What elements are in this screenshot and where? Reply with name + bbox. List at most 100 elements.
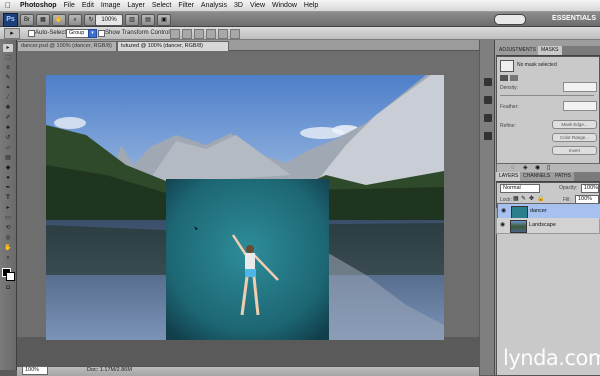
eyedropper-tool-icon[interactable]: ⁄ <box>3 94 13 102</box>
quick-select-tool-icon[interactable]: ✎ <box>3 74 13 82</box>
character-panel-icon[interactable] <box>484 114 492 122</box>
align-top-icon[interactable] <box>170 29 180 39</box>
3d-orbit-tool-icon[interactable]: ◎ <box>3 234 13 242</box>
menu-photoshop[interactable]: Photoshop <box>20 2 57 9</box>
trash-icon[interactable]: ▯ <box>547 165 550 171</box>
tab-dancer-psd[interactable]: dancer.psd @ 100% (dancer, RGB/8) <box>17 41 117 51</box>
lasso-tool-icon[interactable]: ϭ <box>3 64 13 72</box>
type-tool-icon[interactable]: T <box>3 194 13 202</box>
paragraph-panel-icon[interactable] <box>484 132 492 140</box>
mini-bridge-icon[interactable]: ▦ <box>36 14 50 26</box>
lock-transparent-icon[interactable]: ▦ <box>513 195 519 202</box>
move-tool-icon[interactable]: ▸ <box>3 44 13 52</box>
pen-tool-icon[interactable]: ✒ <box>3 184 13 192</box>
load-selection-icon[interactable]: ◌ <box>511 165 515 171</box>
status-zoom-field[interactable]: 100% <box>22 366 48 375</box>
pixel-mask-icon[interactable] <box>500 75 508 81</box>
eraser-tool-icon[interactable]: ▱ <box>3 144 13 152</box>
hand-tool-icon[interactable]: ✋ <box>3 244 13 252</box>
menu-analysis[interactable]: Analysis <box>201 2 227 9</box>
layer-landscape[interactable]: ◉ Landscape <box>497 218 599 234</box>
menu-image[interactable]: Image <box>101 2 120 9</box>
transform-controls-label: Show Transform Controls <box>105 30 173 36</box>
blend-mode-dropdown[interactable]: Normal <box>500 184 540 193</box>
invert-button[interactable]: Invert <box>552 146 597 155</box>
tab-adjustments[interactable]: ADJUSTMENTS <box>496 46 539 55</box>
color-range-button[interactable]: Color Range... <box>552 133 597 142</box>
background-color-swatch[interactable] <box>6 272 15 281</box>
align-left-icon[interactable] <box>206 29 216 39</box>
menu-select[interactable]: Select <box>152 2 171 9</box>
lock-all-icon[interactable]: 🔒 <box>537 195 544 202</box>
extras-icon[interactable]: ▥ <box>125 14 139 26</box>
align-bottom-icon[interactable] <box>194 29 204 39</box>
lynda-watermark: lynda.com <box>503 346 600 370</box>
apple-icon[interactable]:  <box>3 1 13 10</box>
application-bar: Ps Br ▦ ✋ ⌕ ↻ 100% ▥ ▤ ▣ ESSENTIALS <box>0 12 600 27</box>
menu-layer[interactable]: Layer <box>127 2 145 9</box>
actions-panel-icon[interactable] <box>484 96 492 104</box>
opacity-field[interactable]: 100% <box>581 184 599 193</box>
dodge-tool-icon[interactable]: ● <box>3 174 13 182</box>
3d-rotate-tool-icon[interactable]: ⟲ <box>3 224 13 232</box>
path-selection-tool-icon[interactable]: ▸ <box>3 204 13 212</box>
menu-3d[interactable]: 3D <box>234 2 243 9</box>
layer-thumbnail <box>510 220 527 233</box>
vector-mask-icon[interactable] <box>510 75 518 81</box>
zoom-level-field[interactable]: 100% <box>95 14 123 26</box>
align-center-icon[interactable] <box>218 29 228 39</box>
lock-position-icon[interactable]: ✥ <box>529 195 534 202</box>
menu-help[interactable]: Help <box>304 2 318 9</box>
marquee-tool-icon[interactable]: ⬚ <box>3 54 13 62</box>
apply-mask-icon[interactable]: ◈ <box>523 165 528 171</box>
gradient-tool-icon[interactable]: ▤ <box>3 154 13 162</box>
mask-edge-button[interactable]: Mask Edge... <box>552 120 597 129</box>
density-field[interactable] <box>563 82 597 92</box>
menu-view[interactable]: View <box>250 2 265 9</box>
menu-file[interactable]: File <box>64 2 75 9</box>
shape-tool-icon[interactable]: ▭ <box>3 214 13 222</box>
bridge-icon[interactable]: Br <box>20 14 34 26</box>
document-canvas[interactable] <box>46 75 444 340</box>
blur-tool-icon[interactable]: ◆ <box>3 164 13 172</box>
eye-icon[interactable]: ◉ <box>500 222 505 229</box>
workspace-switcher[interactable]: ESSENTIALS <box>552 13 596 25</box>
tab-masks[interactable]: MASKS <box>538 46 562 55</box>
align-right-icon[interactable] <box>230 29 240 39</box>
auto-select-checkbox[interactable] <box>28 30 35 37</box>
screen-mode-icon[interactable]: ▣ <box>157 14 171 26</box>
brush-tool-icon[interactable]: ✐ <box>3 114 13 122</box>
transform-controls-checkbox[interactable] <box>98 30 105 37</box>
document-tabs: dancer.psd @ 100% (dancer, RGB/8) tutuze… <box>17 40 479 51</box>
mask-status-label: No mask selected <box>517 62 557 68</box>
zoom-tool-icon[interactable]: ⌕ <box>68 14 82 26</box>
menu-edit[interactable]: Edit <box>82 2 94 9</box>
menu-filter[interactable]: Filter <box>178 2 194 9</box>
menu-window[interactable]: Window <box>272 2 297 9</box>
tab-layers[interactable]: LAYERS <box>496 172 522 181</box>
chevron-down-icon[interactable]: ▾ <box>88 29 97 38</box>
eye-icon[interactable]: ◉ <box>501 208 506 215</box>
visibility-icon[interactable]: ◉ <box>535 165 540 171</box>
hand-tool-icon[interactable]: ✋ <box>52 14 66 26</box>
feather-label: Feather: <box>500 104 519 110</box>
search-field[interactable] <box>494 14 526 25</box>
zoom-tool-icon[interactable]: ⌕ <box>3 254 13 262</box>
tab-paths[interactable]: PATHS <box>552 172 574 181</box>
clone-stamp-tool-icon[interactable]: ♣ <box>3 124 13 132</box>
tab-tutuzed[interactable]: tutuzed @ 100% (dancer, RGB/8) <box>117 41 229 51</box>
history-panel-icon[interactable] <box>484 78 492 86</box>
lock-image-icon[interactable]: ✎ <box>521 195 526 202</box>
arrange-documents-icon[interactable]: ▤ <box>141 14 155 26</box>
document-size-info[interactable]: Doc: 1.17M/2.86M <box>87 367 132 374</box>
feather-field[interactable] <box>563 101 597 111</box>
crop-tool-icon[interactable]: ⌗ <box>3 84 13 92</box>
density-slider[interactable] <box>500 95 594 96</box>
tab-channels[interactable]: CHANNELS <box>520 172 554 181</box>
align-middle-icon[interactable] <box>182 29 192 39</box>
healing-brush-tool-icon[interactable]: ✚ <box>3 104 13 112</box>
density-label: Density: <box>500 85 519 91</box>
move-tool-preset-icon[interactable]: ▸ <box>4 28 20 39</box>
history-brush-tool-icon[interactable]: ↺ <box>3 134 13 142</box>
quick-mask-icon[interactable]: ◘ <box>3 284 13 292</box>
